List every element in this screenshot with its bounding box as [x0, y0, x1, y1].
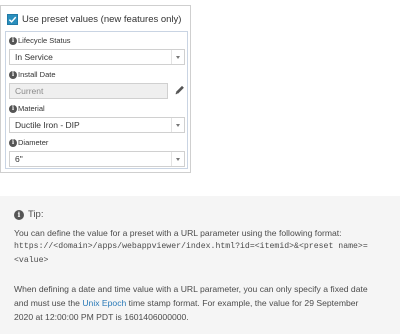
- tip-code: https://<domain>/apps/webappviewer/index…: [14, 242, 368, 251]
- preset-checkbox[interactable]: [7, 13, 18, 25]
- info-icon: i: [9, 104, 17, 113]
- field-label: i Material: [9, 103, 45, 114]
- tip-code: <value>: [14, 256, 49, 265]
- field-label: i Diameter: [9, 137, 48, 148]
- field-label: i Lifecycle Status: [9, 35, 71, 46]
- lifecycle-status-select[interactable]: In Service: [9, 49, 185, 65]
- preset-fields: i Lifecycle Status In Service i Install …: [5, 31, 188, 169]
- chevron-down-icon: [171, 118, 184, 132]
- info-icon: i: [9, 70, 17, 79]
- diameter-select[interactable]: 6": [9, 151, 185, 167]
- chevron-down-icon: [171, 152, 184, 166]
- tip-title: i Tip:: [14, 209, 43, 220]
- field-label: i Install Date: [9, 69, 56, 80]
- info-icon: i: [9, 138, 17, 147]
- tip-line: When defining a date and time value with…: [14, 284, 368, 294]
- info-icon: i: [14, 209, 24, 220]
- info-icon: i: [9, 36, 17, 45]
- material-select[interactable]: Ductile Iron - DIP: [9, 117, 185, 133]
- tip-line: You can define the value for a preset wi…: [14, 228, 342, 238]
- chevron-down-icon: [171, 50, 184, 64]
- preset-panel: Use preset values (new features only) i …: [0, 5, 191, 173]
- install-date-input: Current: [9, 83, 168, 99]
- preset-checkbox-label: Use preset values (new features only): [22, 13, 182, 25]
- preset-checkbox-row[interactable]: Use preset values (new features only): [7, 11, 190, 27]
- tip-line: 2020 at 12:00:00 PM PDT is 1601406000000…: [14, 312, 189, 322]
- pencil-icon[interactable]: [174, 84, 186, 96]
- unix-epoch-link[interactable]: Unix Epoch: [82, 298, 126, 308]
- tip-line: and must use the Unix Epoch time stamp f…: [14, 298, 359, 308]
- tip-box: i Tip: You can define the value for a pr…: [0, 196, 400, 334]
- checkmark-icon: [8, 16, 17, 23]
